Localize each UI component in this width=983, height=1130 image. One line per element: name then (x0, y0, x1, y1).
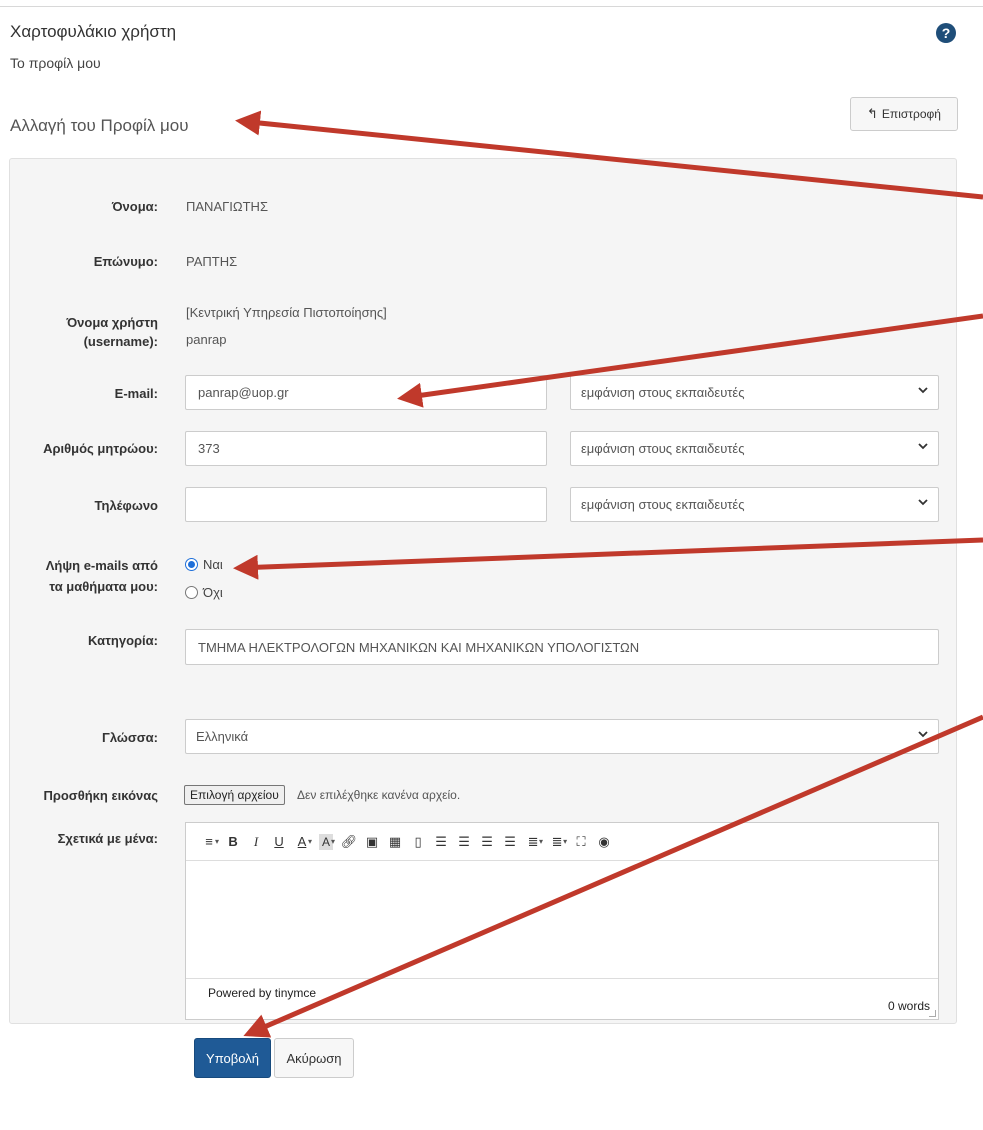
registry-visibility-value: εμφάνιση στους εκπαιδευτές (581, 441, 745, 456)
align-left-icon[interactable]: ☰ (430, 832, 452, 852)
chevron-down-icon: ▾ (308, 837, 313, 846)
chevron-down-icon: ▾ (331, 837, 336, 846)
submit-button[interactable]: Υποβολή (194, 1038, 271, 1078)
phone-field[interactable] (185, 487, 547, 522)
file-status: Δεν επιλέχθηκε κανένα αρχείο. (297, 788, 461, 802)
profile-subtitle: Το προφίλ μου (10, 55, 101, 71)
back-button[interactable]: ↰ Επιστροφή (850, 97, 958, 131)
bold-icon[interactable]: B (222, 832, 244, 852)
reply-arrow-icon: ↰ (867, 106, 878, 121)
phone-label: Τηλέφωνο (94, 498, 158, 513)
language-value: Ελληνικά (196, 729, 249, 744)
registry-number-label: Αριθμός μητρώου: (43, 441, 158, 456)
emails-yes-label: Ναι (203, 557, 223, 572)
registry-visibility-select[interactable]: εμφάνιση στους εκπαιδευτές (570, 431, 939, 466)
emails-no-radio[interactable] (185, 586, 198, 599)
chevron-down-icon: ▾ (539, 837, 544, 846)
editor-toolbar: ≡ ▾ B I U A ▾ A ▾ 🔗︎ ▣ ▦ ▯ ☰ ☰ ☰ ☰ ≣ ▾ ≣ ▾ ⛶ … (186, 823, 938, 861)
choose-file-button[interactable]: Επιλογή αρχείου (184, 785, 285, 805)
emails-yes-radio[interactable] (185, 558, 198, 571)
back-button-label: Επιστροφή (881, 107, 941, 121)
category-field: ΤΜΗΜΑ ΗΛΕΚΤΡΟΛΟΓΩΝ ΜΗΧΑΝΙΚΩΝ ΚΑΙ ΜΗΧΑΝΙΚ… (185, 629, 939, 665)
align-center-icon[interactable]: ☰ (453, 832, 475, 852)
name-value: ΠΑΝΑΓΙΩΤΗΣ (186, 199, 268, 214)
image-icon[interactable]: ▣ (361, 832, 383, 852)
email-visibility-value: εμφάνιση στους εκπαιδευτές (581, 385, 745, 400)
media-icon[interactable]: ▦ (384, 832, 406, 852)
username-value: panrap (186, 332, 227, 347)
link-icon[interactable]: 🔗︎ (338, 832, 360, 852)
justify-icon[interactable]: ☰ (499, 832, 521, 852)
rich-text-editor: ≡ ▾ B I U A ▾ A ▾ 🔗︎ ▣ ▦ ▯ ☰ ☰ ☰ ☰ ≣ ▾ ≣ ▾ ⛶ … (185, 822, 939, 1020)
email-label: E-mail: (114, 386, 158, 401)
about-me-label: Σχετικά με μένα: (57, 831, 158, 846)
page-break-icon[interactable]: ▯ (407, 832, 429, 852)
email-field[interactable]: panrap@uop.gr (185, 375, 547, 410)
email-visibility-select[interactable]: εμφάνιση στους εκπαιδευτές (570, 375, 939, 410)
registry-number-field[interactable]: 373 (185, 431, 547, 466)
chevron-down-icon (918, 443, 928, 450)
chevron-down-icon (918, 731, 928, 738)
chevron-down-icon (918, 387, 928, 394)
chevron-down-icon (918, 499, 928, 506)
help-icon[interactable]: ? (936, 23, 956, 43)
align-right-icon[interactable]: ☰ (476, 832, 498, 852)
language-label: Γλώσσα: (102, 730, 158, 745)
editor-content-area[interactable] (186, 862, 938, 978)
fullscreen-icon[interactable]: ⛶ (570, 832, 592, 852)
username-source: [Κεντρική Υπηρεσία Πιστοποίησης] (186, 305, 387, 320)
editor-statusbar: Powered by tinymce 0 words (186, 978, 938, 1019)
page-title: Αλλαγή του Προφίλ μου (10, 116, 189, 135)
italic-icon[interactable]: I (245, 832, 267, 852)
underline-icon[interactable]: U (268, 832, 290, 852)
top-divider (0, 6, 983, 7)
surname-value: ΡΑΠΤΗΣ (186, 254, 238, 269)
username-label: Όνομα χρήστη (username): (66, 315, 158, 349)
phone-visibility-select[interactable]: εμφάνιση στους εκπαιδευτές (570, 487, 939, 522)
preview-eye-icon[interactable]: ◉ (593, 832, 615, 852)
chevron-down-icon: ▾ (215, 837, 220, 846)
add-image-label: Προσθήκη εικόνας (43, 788, 158, 803)
phone-visibility-value: εμφάνιση στους εκπαιδευτές (581, 497, 745, 512)
language-select[interactable]: Ελληνικά (185, 719, 939, 754)
chevron-down-icon: ▾ (563, 837, 568, 846)
receive-emails-label: Λήψη e-mails από τα μαθήματα μου: (45, 558, 158, 594)
resize-handle-icon[interactable] (929, 1010, 936, 1017)
cancel-button[interactable]: Ακύρωση (274, 1038, 354, 1078)
word-count: 0 words (887, 999, 930, 1013)
surname-label: Επώνυμο: (93, 254, 158, 269)
name-label: Όνομα: (111, 199, 158, 214)
emails-no-label: Όχι (203, 585, 223, 600)
portfolio-title: Χαρτοφυλάκιο χρήστη (10, 22, 177, 41)
category-label: Κατηγορία: (88, 633, 158, 648)
powered-by-text: Powered by tinymce (208, 986, 317, 1000)
